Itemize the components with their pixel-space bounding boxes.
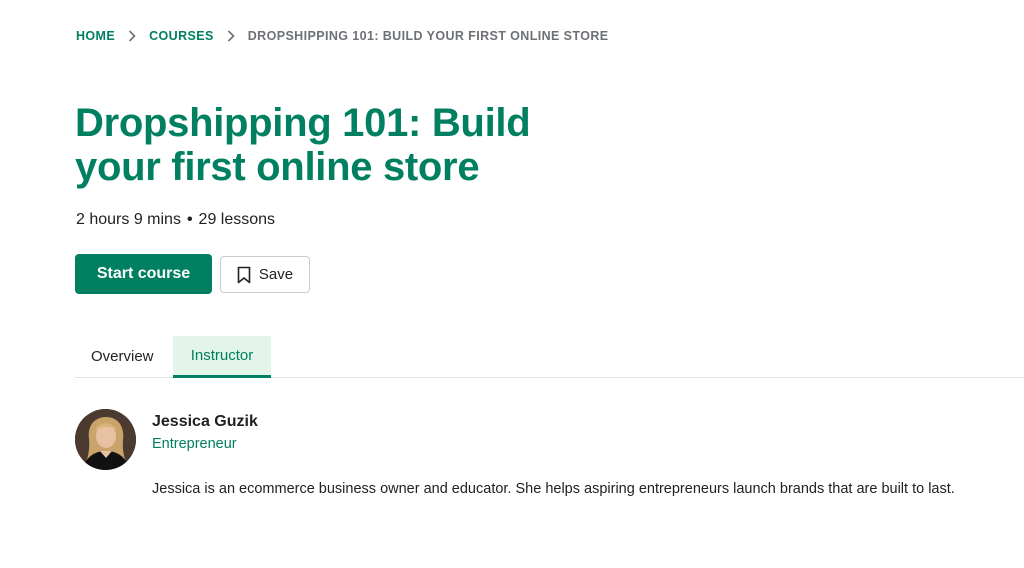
instructor-role: Entrepreneur	[152, 436, 237, 452]
breadcrumb-home-link[interactable]: HOME	[76, 29, 115, 43]
save-button[interactable]: Save	[220, 256, 310, 293]
breadcrumb: HOME COURSES DROPSHIPPING 101: BUILD YOU…	[76, 29, 608, 43]
course-meta: 2 hours 9 mins • 29 lessons	[76, 211, 275, 229]
tab-overview[interactable]: Overview	[75, 336, 173, 377]
tab-instructor[interactable]: Instructor	[173, 336, 271, 378]
page-title-line2: your first online store	[75, 145, 480, 189]
instructor-bio: Jessica is an ecommerce business owner a…	[152, 481, 955, 497]
course-page: HOME COURSES DROPSHIPPING 101: BUILD YOU…	[0, 0, 1024, 568]
save-button-label: Save	[258, 266, 294, 283]
instructor-name: Jessica Guzik	[152, 413, 258, 430]
breadcrumb-courses-link[interactable]: COURSES	[149, 29, 214, 43]
course-lesson-count: 29 lessons	[198, 211, 276, 228]
meta-separator: •	[186, 211, 193, 228]
bookmark-icon	[237, 266, 251, 284]
breadcrumb-current: DROPSHIPPING 101: BUILD YOUR FIRST ONLIN…	[247, 29, 609, 43]
start-course-button[interactable]: Start course	[75, 254, 212, 294]
page-title-line1: Dropshipping 101: Build	[75, 101, 531, 145]
page-title: Dropshipping 101: Build your first onlin…	[75, 101, 595, 189]
chevron-right-icon	[121, 30, 143, 42]
course-duration: 2 hours 9 mins	[76, 211, 181, 228]
course-tabs: Overview Instructor	[75, 336, 1024, 378]
chevron-right-icon	[220, 30, 242, 42]
avatar	[75, 409, 136, 470]
